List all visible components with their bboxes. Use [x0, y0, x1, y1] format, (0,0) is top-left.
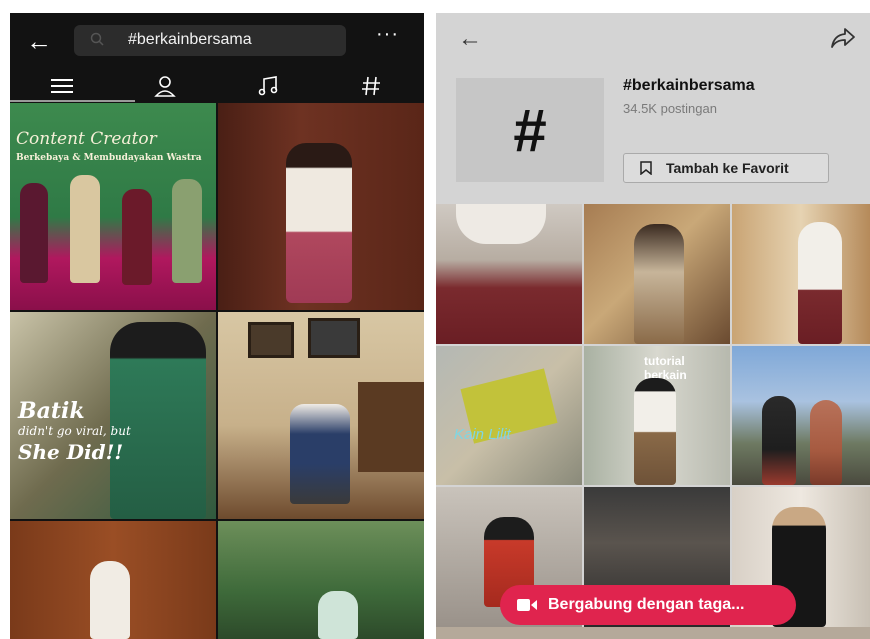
add-to-favorites-button[interactable]: Tambah ke Favorit [623, 153, 829, 183]
video-thumbnail[interactable] [732, 346, 870, 485]
search-icon [90, 32, 104, 46]
post-thumbnail[interactable]: Batik didn't go viral, but She Did!! [10, 312, 216, 519]
post-thumbnail[interactable] [218, 103, 424, 310]
post-thumbnail[interactable]: Content Creator Berkebaya & Membudayakan… [10, 103, 216, 310]
post-caption: She Did!! [18, 440, 124, 464]
more-options-icon[interactable]: ··· [376, 23, 399, 46]
back-arrow-icon[interactable]: ← [458, 25, 482, 53]
video-caption: Kain Lilit [454, 426, 511, 443]
hashtag-title: #berkainbersama [623, 77, 755, 94]
post-caption: didn't go viral, but [18, 424, 131, 438]
add-to-favorites-label: Tambah ke Favorit [666, 160, 789, 176]
tab-accounts[interactable] [113, 69, 216, 103]
join-hashtag-label: Bergabung dengan taga... [548, 596, 745, 613]
search-input[interactable]: #berkainbersama [74, 25, 346, 56]
post-caption: Berkebaya & Membudayakan Wastra [16, 153, 202, 163]
post-thumbnail[interactable] [10, 521, 216, 639]
tab-top[interactable] [10, 69, 113, 103]
list-icon [50, 79, 73, 93]
video-thumbnail[interactable]: tutorial berkain [584, 346, 730, 485]
hashtag-cover-icon: # [456, 78, 604, 182]
join-hashtag-button[interactable]: Bergabung dengan taga... [500, 585, 796, 625]
video-thumbnail[interactable] [732, 204, 870, 344]
user-icon [153, 76, 176, 97]
video-row-partial [436, 627, 870, 639]
active-tab-indicator [10, 100, 135, 102]
post-caption: Content Creator [16, 129, 157, 149]
video-thumbnail[interactable] [436, 204, 582, 344]
bookmark-icon [640, 161, 652, 175]
search-header: ← #berkainbersama ··· [10, 13, 424, 69]
tab-hashtags[interactable] [319, 69, 422, 103]
music-note-icon [258, 76, 277, 96]
video-camera-icon [517, 599, 537, 611]
post-count: 34.5K postingan [623, 101, 717, 116]
back-arrow-icon[interactable]: ← [26, 27, 56, 55]
tab-sounds[interactable] [216, 69, 319, 103]
search-results-panel: ← #berkainbersama ··· Content Creator Be… [10, 13, 424, 639]
hashtag-page-panel: ← # #berkainbersama 34.5K postingan Tamb… [436, 13, 870, 639]
video-thumbnail[interactable]: Kain Lilit [436, 346, 582, 485]
search-tabs [10, 69, 424, 103]
share-icon[interactable] [830, 27, 856, 49]
post-thumbnail[interactable] [218, 312, 424, 519]
post-caption: Batik [18, 398, 85, 424]
post-thumbnail[interactable] [218, 521, 424, 639]
video-thumbnail[interactable] [584, 204, 730, 344]
hashtag-icon [361, 76, 380, 96]
search-query-text: #berkainbersama [128, 31, 252, 48]
